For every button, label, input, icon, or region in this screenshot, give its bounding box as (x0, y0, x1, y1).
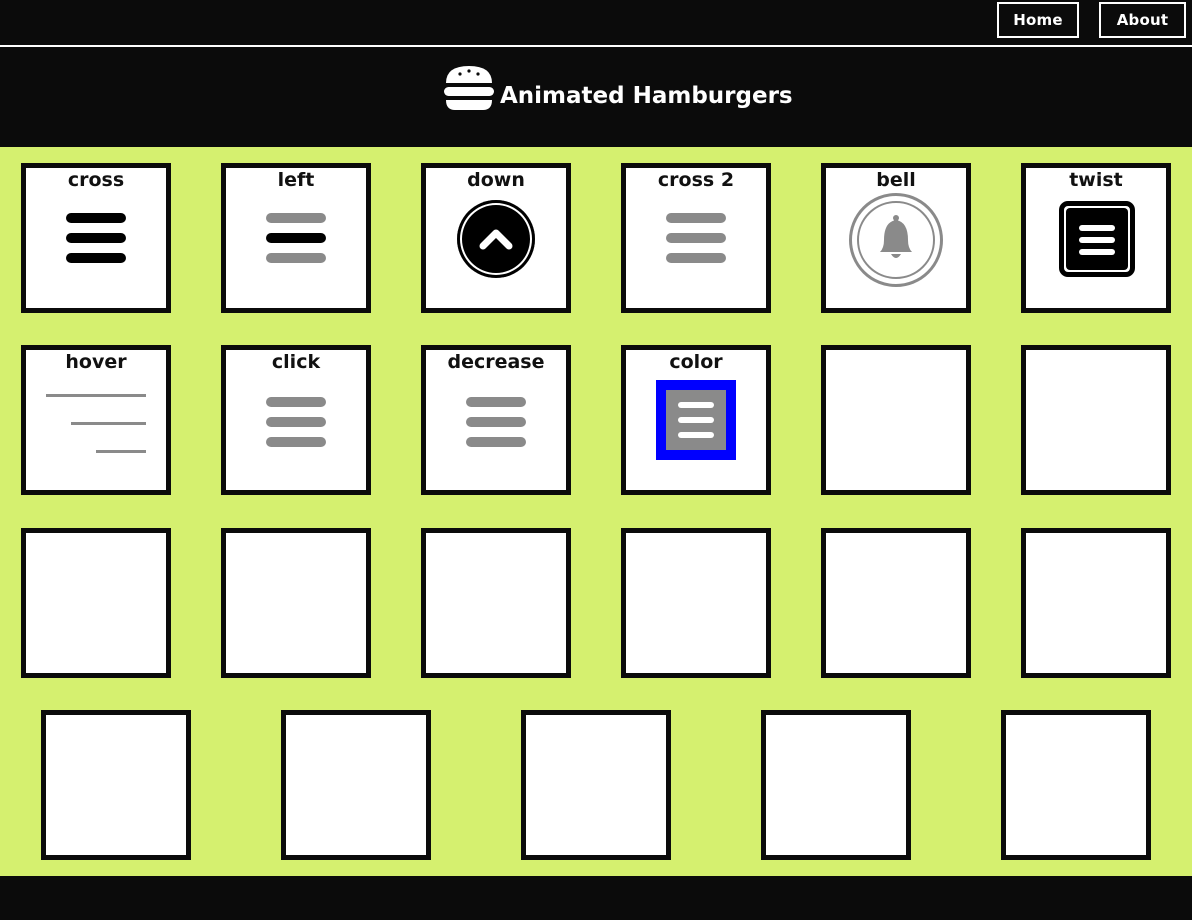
card-cross-2[interactable]: cross 2 (621, 163, 771, 313)
empty-card[interactable] (421, 528, 571, 678)
card-label: hover (65, 351, 127, 373)
card-down[interactable]: down (421, 163, 571, 313)
card-label: color (669, 351, 723, 373)
card-label: left (277, 169, 315, 191)
empty-card[interactable] (761, 710, 911, 860)
empty-card[interactable] (621, 528, 771, 678)
card-twist[interactable]: twist (1021, 163, 1171, 313)
card-hover[interactable]: hover (21, 345, 171, 495)
hamburger-icon (1059, 201, 1135, 277)
about-button[interactable]: About (1099, 2, 1186, 38)
card-label: bell (876, 169, 916, 191)
card-decrease[interactable]: decrease (421, 345, 571, 495)
hamburger-icon (656, 380, 736, 460)
hamburger-logo-icon (444, 66, 494, 110)
empty-card[interactable] (821, 345, 971, 495)
empty-card[interactable] (521, 710, 671, 860)
page-title: Animated Hamburgers (500, 83, 793, 109)
card-label: decrease (447, 351, 545, 373)
footer (0, 876, 1192, 920)
empty-card[interactable] (1021, 345, 1171, 495)
home-button[interactable]: Home (997, 2, 1079, 38)
card-label: down (467, 169, 525, 191)
card-label: twist (1069, 169, 1123, 191)
empty-card[interactable] (1021, 528, 1171, 678)
card-bell[interactable]: bell (821, 163, 971, 313)
card-cross[interactable]: cross (21, 163, 171, 313)
empty-card[interactable] (21, 528, 171, 678)
card-label: click (271, 351, 321, 373)
empty-card[interactable] (1001, 710, 1151, 860)
card-color[interactable]: color (621, 345, 771, 495)
bell-icon (849, 193, 943, 287)
chevron-up-icon (457, 200, 535, 278)
card-left[interactable]: left (221, 163, 371, 313)
empty-card[interactable] (281, 710, 431, 860)
header-banner: Animated Hamburgers (0, 47, 1192, 147)
card-click[interactable]: click (221, 345, 371, 495)
empty-card[interactable] (221, 528, 371, 678)
card-label: cross 2 (657, 169, 735, 191)
card-label: cross (67, 169, 125, 191)
empty-card[interactable] (41, 710, 191, 860)
empty-card[interactable] (821, 528, 971, 678)
top-nav: Home About (0, 0, 1192, 47)
